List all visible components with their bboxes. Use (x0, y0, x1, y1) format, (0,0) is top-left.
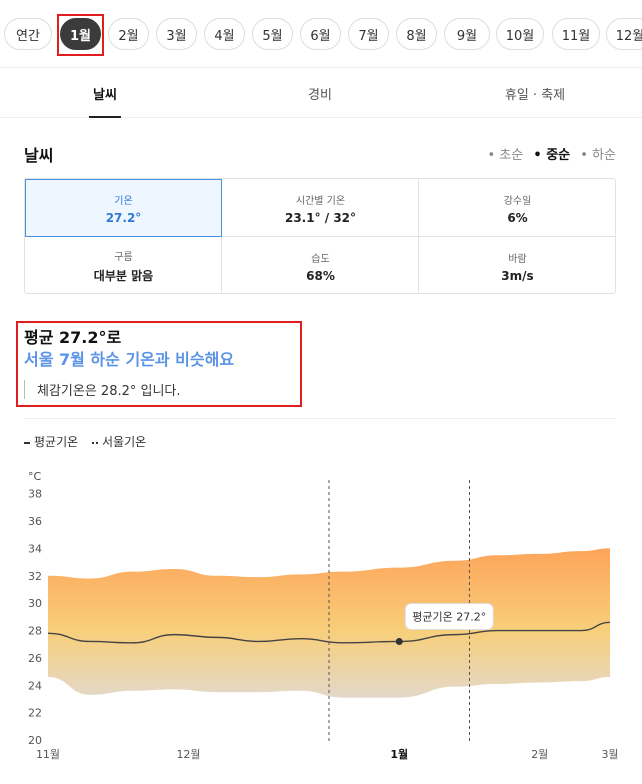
period-mid[interactable]: • 중순 (533, 148, 570, 163)
month-chip-10[interactable]: 10월 (496, 18, 544, 50)
stat-label: 강수일 (503, 195, 532, 207)
stat-value: 3m/s (501, 268, 534, 283)
tab-weather[interactable]: 날씨 (60, 68, 150, 118)
stat-label: 습도 (311, 253, 330, 265)
summary-feels-like: 체감기온은 28.2° 입니다. (24, 380, 181, 399)
stat-humidity[interactable]: 습도 68% (222, 237, 419, 295)
x-tick-label: 2월 (531, 748, 548, 761)
x-tick-label: 1월 (390, 747, 408, 761)
legend-seoul-swatch (92, 441, 98, 444)
x-tick-label: 12월 (176, 748, 200, 761)
period-filter: • 초순 • 중순 • 하순 (481, 144, 616, 163)
selected-month-highlight (57, 14, 104, 56)
average-temperature-marker (395, 637, 403, 645)
y-tick-label: 36 (28, 515, 42, 528)
stat-temperature[interactable]: 기온 27.2° (25, 179, 222, 237)
stat-value: 68% (306, 268, 335, 283)
y-tick-label: 30 (28, 597, 42, 610)
y-axis-unit: °C (28, 470, 42, 483)
stat-value: 대부분 맑음 (93, 269, 154, 283)
month-chip-8[interactable]: 8월 (396, 18, 437, 50)
month-chip-7[interactable]: 7월 (348, 18, 389, 50)
stat-value: 27.2° (105, 210, 142, 225)
summary-comparison: 서울 7월 하순 기온과 비슷해요 (24, 350, 235, 369)
stat-cloud[interactable]: 구름 대부분 맑음 (25, 237, 222, 295)
month-chip-11[interactable]: 11월 (552, 18, 600, 50)
month-selector: 연간 1월 2월 3월 4월 5월 6월 7월 8월 9월 10월 11월 12… (0, 0, 642, 68)
temperature-chart: °C 20 22 24 26 28 30 32 34 36 38 평균기온 27.2° 11월 12월 1월… (28, 470, 619, 761)
stat-label: 바람 (508, 253, 527, 265)
y-tick-label: 34 (28, 542, 42, 555)
tooltip-text: 평균기온 27.2° (412, 610, 486, 623)
legend-avg-swatch (24, 441, 30, 444)
tab-holiday[interactable]: 휴일 · 축제 (470, 68, 600, 118)
month-chip-12[interactable]: 12월 (606, 18, 642, 50)
stat-hourly-temperature[interactable]: 시간별 기온 23.1° / 32° (222, 179, 419, 237)
month-chip-4[interactable]: 4월 (204, 18, 245, 50)
stat-label: 기온 (114, 195, 133, 207)
stat-wind[interactable]: 바람 3m/s (419, 237, 616, 295)
active-tab-indicator (89, 116, 121, 118)
month-chip-annual[interactable]: 연간 (4, 18, 52, 50)
section-divider (24, 418, 616, 419)
y-tick-label: 38 (28, 488, 42, 501)
y-tick-label: 26 (28, 652, 42, 665)
chart-legend: 평균기온 서울기온 (24, 433, 146, 450)
month-chip-9[interactable]: 9월 (444, 18, 490, 50)
y-tick-label: 22 (28, 707, 42, 720)
month-chip-6[interactable]: 6월 (300, 18, 341, 50)
y-tick-label: 32 (28, 570, 42, 583)
stat-rain-days[interactable]: 강수일 6% (419, 179, 616, 237)
summary-average: 평균 27.2°로 (24, 328, 122, 347)
section-title: 날씨 (24, 146, 54, 165)
period-late[interactable]: • 하순 (580, 148, 616, 163)
stat-label: 시간별 기온 (295, 195, 346, 207)
stat-value: 23.1° / 32° (284, 210, 357, 225)
month-chip-2[interactable]: 2월 (108, 18, 149, 50)
weather-stats-grid: 기온 27.2° 시간별 기온 23.1° / 32° 강수일 6% 구름 대부… (24, 178, 616, 294)
content-tabs: 날씨 경비 휴일 · 축제 (0, 68, 642, 118)
legend-seoul-label: 서울기온 (102, 435, 147, 449)
y-tick-label: 28 (28, 625, 42, 638)
month-chip-3[interactable]: 3월 (156, 18, 197, 50)
y-tick-label: 24 (28, 679, 42, 692)
month-chip-5[interactable]: 5월 (252, 18, 293, 50)
period-early[interactable]: • 초순 (487, 148, 523, 163)
stat-value: 6% (507, 210, 528, 225)
legend-avg-label: 평균기온 (34, 435, 79, 449)
x-tick-label: 11월 (36, 748, 60, 761)
y-tick-label: 20 (28, 734, 42, 747)
stat-label: 구름 (114, 252, 133, 263)
x-tick-label: 3월 (601, 748, 618, 761)
tab-cost[interactable]: 경비 (275, 68, 365, 118)
